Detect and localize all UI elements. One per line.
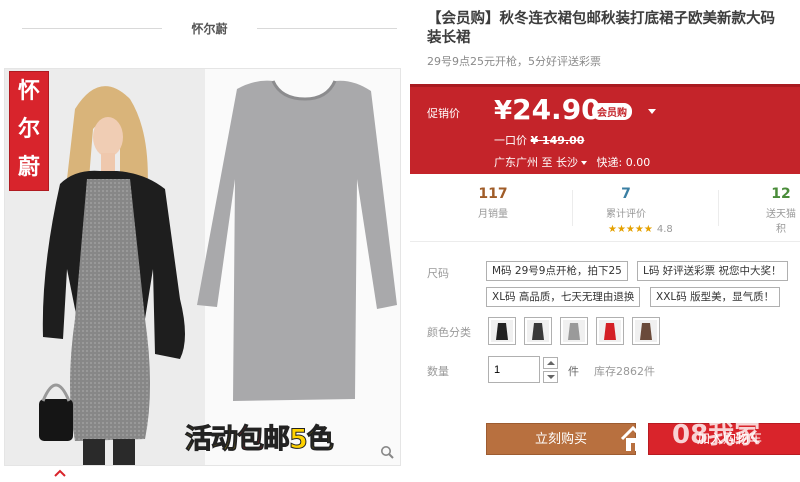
size-option-xl[interactable]: XL码 高品质，七天无理由退换 xyxy=(486,287,641,307)
currency-symbol: ¥ xyxy=(494,96,513,126)
zoom-icon[interactable] xyxy=(380,445,394,459)
product-photo-illustration xyxy=(5,69,400,465)
product-title-line1: 【会员购】秋冬连衣裙包邮秋装打底裙子欧美新款大码 xyxy=(427,11,775,27)
promo-banner: 活动包邮5色 xyxy=(185,417,335,456)
rating-stars: ★★★★★ 4.8 xyxy=(608,224,673,235)
rating-score: 4.8 xyxy=(656,224,673,235)
stat-monthly-sales: 117 月销量 xyxy=(478,186,508,220)
quantity-decrease-button[interactable] xyxy=(543,371,558,383)
stat-label: 送天猫积 xyxy=(766,209,796,235)
color-swatch-black[interactable] xyxy=(488,317,516,345)
stock-count: 库存2862件 xyxy=(594,365,655,378)
color-swatch-brown[interactable] xyxy=(632,317,660,345)
promo-part1: 活动 xyxy=(185,424,239,456)
home-icon xyxy=(620,425,646,451)
quantity-increase-button[interactable] xyxy=(543,357,558,369)
swatch-figure xyxy=(563,320,585,342)
promo-price-label: 促销价 xyxy=(427,107,460,120)
brand-logo-stamp: 怀 尔 蔚 xyxy=(9,71,49,191)
thumbnail-scroll-up-icon[interactable] xyxy=(54,468,66,478)
original-price-value: ¥ 149.00 xyxy=(530,134,585,147)
product-detail-panel: 【会员购】秋冬连衣裙包邮秋装打底裙子欧美新款大码 装长裙 29号9点25元开枪，… xyxy=(410,0,800,482)
shipping-info: 广东广州 至 长沙 快递: 0.00 xyxy=(494,154,650,170)
size-option-xxl[interactable]: XXL码 版型美，显气质！ xyxy=(650,287,781,307)
buy-now-button[interactable]: 立刻购买 xyxy=(486,423,636,455)
divider xyxy=(257,28,397,29)
product-gallery: 怀尔蔚 怀 尔 蔚 活动包邮5色 xyxy=(0,0,410,482)
swatch-figure xyxy=(635,320,657,342)
promo-price: ¥24.90 xyxy=(494,93,601,126)
stat-reviews[interactable]: 7 累计评价 xyxy=(606,186,646,220)
brand-header: 怀尔蔚 xyxy=(22,16,397,40)
color-swatch-darkgray[interactable] xyxy=(524,317,552,345)
promo-part3: 5色 xyxy=(289,424,335,456)
price-amount: 24.90 xyxy=(512,93,601,126)
price-panel: 促销价 ¥24.90 会员购 一口价 ¥ 149.00 广东广州 至 长沙 快递… xyxy=(410,84,800,174)
main-product-image[interactable]: 怀 尔 蔚 活动包邮5色 xyxy=(4,68,401,466)
price-dropdown-icon[interactable] xyxy=(648,109,656,114)
size-option-l[interactable]: L码 好评送彩票 祝您中大奖！ xyxy=(637,261,788,281)
swatch-figure xyxy=(491,320,513,342)
size-label: 尺码 xyxy=(427,267,449,280)
ship-city-select[interactable]: 长沙 xyxy=(556,156,578,169)
star-icons: ★★★★★ xyxy=(608,224,653,235)
member-badge: 会员购 xyxy=(592,103,632,120)
product-title: 【会员购】秋冬连衣裙包邮秋装打底裙子欧美新款大码 装长裙 xyxy=(427,10,800,48)
logo-char: 怀 xyxy=(17,78,40,104)
color-label: 颜色分类 xyxy=(427,326,471,339)
original-price-label: 一口价 xyxy=(494,134,527,147)
stat-label: 月销量 xyxy=(478,209,508,220)
product-subtitle: 29号9点25元开枪，5分好评送彩票 xyxy=(427,55,601,68)
ship-from: 广东广州 xyxy=(494,156,538,169)
size-option-m[interactable]: M码 29号9点开枪，拍下25 xyxy=(486,261,628,281)
divider xyxy=(718,190,719,226)
stat-number: 12 xyxy=(771,186,791,202)
quantity-unit: 件 xyxy=(568,365,579,378)
quantity-input[interactable] xyxy=(488,356,540,383)
stat-points: 12 送天猫积 xyxy=(762,186,800,235)
chevron-down-icon[interactable] xyxy=(581,161,587,165)
stat-label: 累计评价 xyxy=(606,209,646,220)
promo-part2: 包邮 xyxy=(237,424,291,456)
sales-stats: 117 月销量 7 累计评价 12 送天猫积 xyxy=(410,180,800,242)
color-swatch-gray[interactable] xyxy=(560,317,588,345)
swatch-figure xyxy=(527,320,549,342)
shipping-fee: 快递: 0.00 xyxy=(596,156,651,169)
color-swatch-red[interactable] xyxy=(596,317,624,345)
ship-to-word: 至 xyxy=(541,156,553,169)
stat-number: 117 xyxy=(478,186,508,202)
original-price: 一口价 ¥ 149.00 xyxy=(494,132,584,148)
logo-char: 蔚 xyxy=(17,154,40,180)
quantity-label: 数量 xyxy=(427,365,449,378)
logo-char: 尔 xyxy=(17,116,40,142)
product-title-line2: 装长裙 xyxy=(427,30,471,46)
stat-number: 7 xyxy=(621,186,631,202)
swatch-figure xyxy=(599,320,621,342)
divider xyxy=(572,190,573,226)
site-watermark: 08我家 xyxy=(672,420,761,450)
